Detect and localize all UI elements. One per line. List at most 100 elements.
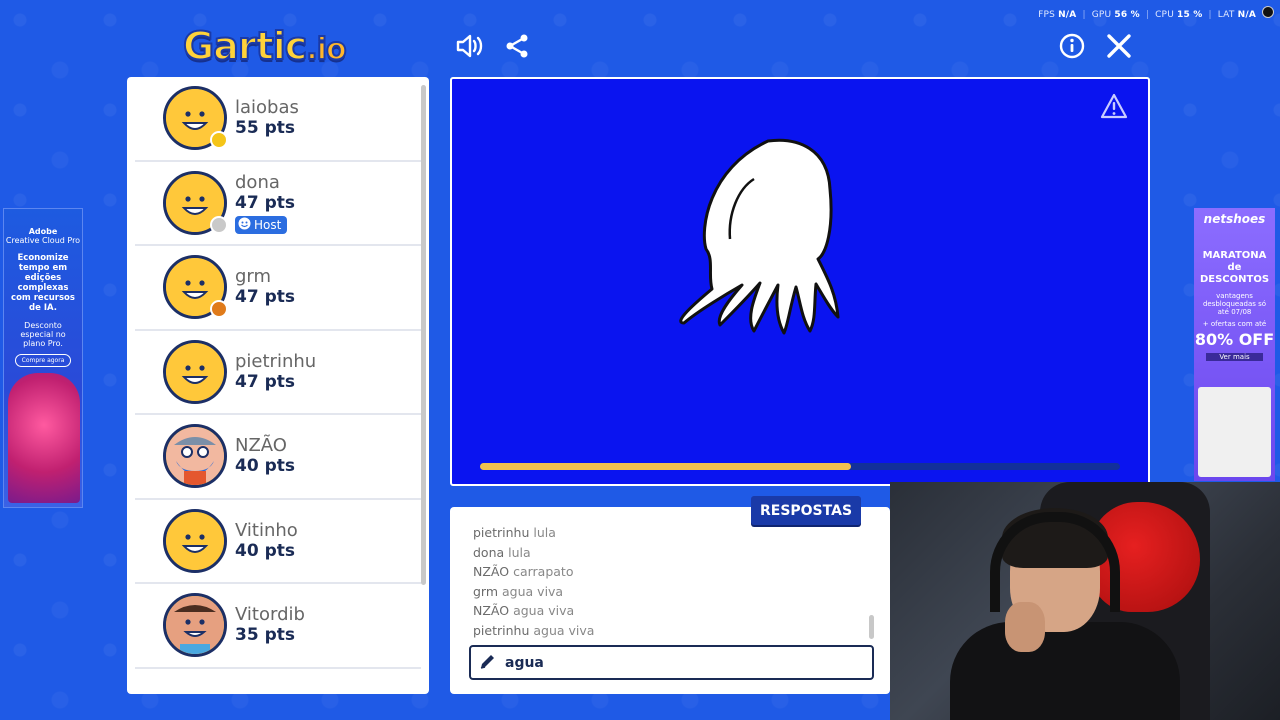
- person-hand: [1005, 602, 1045, 652]
- message-user: dona: [473, 544, 505, 560]
- answer-input[interactable]: [505, 654, 845, 671]
- message-text: agua viva: [502, 583, 564, 599]
- player-name: NZÃO: [235, 435, 287, 457]
- player-row: dona 47 pts Host: [135, 162, 421, 246]
- avatar: [163, 424, 227, 489]
- message-item: NZÃO agua viva: [473, 601, 594, 621]
- avatar: [163, 339, 227, 404]
- cpu-label: CPU: [1155, 10, 1174, 20]
- player-points: 55 pts: [235, 118, 295, 139]
- player-points: 47 pts: [235, 287, 295, 308]
- person-body: [950, 622, 1180, 720]
- octopus-drawing: [679, 138, 840, 335]
- avatar: [163, 255, 228, 320]
- player-row: NZÃO 40 pts: [135, 415, 421, 500]
- ad-right-sub: vantagens desbloqueadas só até 07/08: [1202, 292, 1267, 316]
- ad-banner-left[interactable]: Adobe Creative Cloud Pro Economize tempo…: [3, 208, 83, 508]
- lat-label: LAT: [1217, 10, 1235, 20]
- message-item: grm agua viva: [473, 582, 594, 602]
- ad-right-brand: netshoes: [1203, 212, 1266, 226]
- message-user: pietrinhu: [473, 622, 530, 638]
- player-name: Vitinho: [235, 519, 298, 541]
- avatar: [163, 593, 227, 658]
- player-name: laiobas: [235, 97, 299, 119]
- ad-left-cta[interactable]: Compre agora: [14, 354, 72, 367]
- ad-banner-right[interactable]: netshoes MARATONA de DESCONTOS vantagens…: [1194, 208, 1275, 481]
- answers-panel: RESPOSTAS pietrinhu lula dona lula NZÃO …: [450, 496, 890, 694]
- player-list: laiobas 55 pts dona 47 pts Host grm 47 p…: [127, 77, 429, 694]
- info-icon[interactable]: [1056, 30, 1088, 62]
- ad-right-offer: 80% OFF: [1194, 330, 1275, 349]
- ad-left-sub: Desconto especial no plano Pro.: [20, 321, 66, 348]
- ad-right-cta[interactable]: Ver mais: [1206, 353, 1263, 361]
- message-item: dona lula: [473, 543, 594, 563]
- ad-right-offer-prefix: + ofertas com até: [1202, 320, 1267, 328]
- player-row: pietrinhu 47 pts: [135, 331, 421, 415]
- logo-suffix: .io: [305, 31, 347, 68]
- message-text: carrapato: [513, 564, 574, 580]
- ad-right-headline: MARATONA de DESCONTOS: [1199, 250, 1270, 285]
- status-dot: [210, 300, 228, 319]
- avatar: [163, 508, 227, 573]
- message-user: pietrinhu: [473, 525, 530, 540]
- message-item: pietrinhu agua viva: [473, 621, 594, 641]
- ad-left-artwork: [8, 373, 80, 503]
- ad-left-brand: Adobe: [28, 227, 58, 236]
- headset: [990, 512, 1120, 612]
- message-text: lula: [533, 525, 556, 540]
- player-points: 35 pts: [235, 625, 295, 646]
- gpu-value: 56 %: [1114, 10, 1140, 20]
- host-badge: Host: [235, 215, 288, 234]
- close-icon[interactable]: [1103, 30, 1135, 62]
- host-label: Host: [254, 217, 282, 232]
- ad-right-product-image: [1198, 387, 1271, 477]
- player-points: 40 pts: [235, 456, 295, 477]
- player-row: laiobas 55 pts: [135, 77, 421, 162]
- message-item: pietrinhu lula: [473, 523, 594, 543]
- message-text: lula: [508, 544, 531, 560]
- host-icon: [238, 217, 251, 233]
- status-dot: [210, 215, 228, 234]
- player-points: 47 pts: [235, 371, 295, 392]
- drawing-canvas[interactable]: [450, 77, 1150, 486]
- answer-input-box[interactable]: [469, 645, 874, 680]
- pencil-icon: [479, 652, 497, 674]
- streamer-webcam: [890, 482, 1280, 720]
- ad-left-headline: Economize tempo em edições complexas com…: [11, 253, 75, 313]
- answers-messages: pietrinhu lula dona lula NZÃO carrapato …: [473, 523, 594, 641]
- round-timer-fill: [480, 463, 852, 470]
- lat-value: N/A: [1237, 10, 1256, 20]
- player-name: Vitordib: [235, 604, 305, 626]
- avatar: [163, 86, 228, 151]
- player-row: grm 47 pts: [135, 246, 421, 331]
- status-dot: [210, 131, 228, 150]
- message-user: grm: [473, 583, 499, 599]
- player-row: Vitinho 40 pts: [135, 500, 421, 584]
- player-name: pietrinhu: [235, 350, 317, 372]
- message-text: agua viva: [513, 603, 575, 619]
- performance-stats: FPS N/A | GPU 56 % | CPU 15 % | LAT N/A: [1038, 10, 1256, 20]
- message-user: NZÃO: [473, 603, 510, 619]
- message-user: NZÃO: [473, 564, 510, 580]
- avatar: [163, 170, 228, 235]
- gpu-label: GPU: [1091, 10, 1112, 20]
- answers-scrollbar[interactable]: [869, 615, 874, 639]
- player-points: 47 pts: [235, 192, 295, 213]
- player-row: Vitordib 35 pts: [135, 584, 421, 669]
- overlay-settings-icon[interactable]: [1262, 6, 1274, 18]
- player-name: grm: [235, 266, 272, 288]
- fps-label: FPS: [1038, 10, 1056, 20]
- ad-left-product: Creative Cloud Pro: [5, 236, 81, 245]
- gartic-logo: Gartic.io: [182, 23, 348, 69]
- player-name: dona: [235, 171, 280, 193]
- player-list-scrollbar[interactable]: [421, 85, 426, 585]
- round-timer-bar: [480, 463, 1120, 470]
- fps-value: N/A: [1058, 10, 1077, 20]
- logo-main: Gartic: [182, 23, 308, 69]
- share-icon[interactable]: [501, 30, 533, 62]
- sound-icon[interactable]: [454, 30, 486, 62]
- message-text: agua viva: [533, 622, 595, 638]
- answers-title: RESPOSTAS: [751, 496, 861, 525]
- player-points: 40 pts: [235, 540, 295, 561]
- cpu-value: 15 %: [1177, 10, 1203, 20]
